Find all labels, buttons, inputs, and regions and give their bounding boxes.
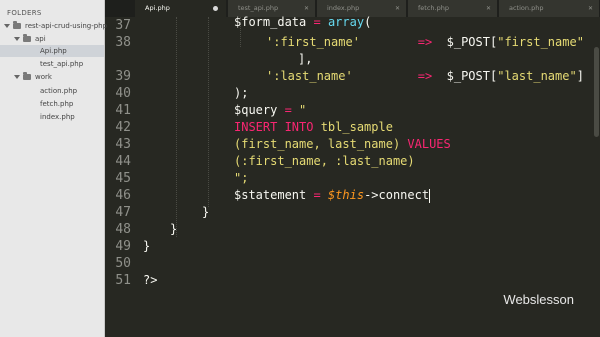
- indent-guide: [176, 17, 177, 237]
- tree-label: fetch.php: [40, 100, 74, 108]
- tab-api-php[interactable]: Api.php: [135, 0, 227, 17]
- code-line-37: $form_data = array(: [234, 14, 371, 31]
- token: (first_name, last_name): [234, 137, 408, 151]
- token: ':last_name': [266, 69, 353, 83]
- tab-label: fetch.php: [418, 4, 449, 12]
- code-line-43: (first_name, last_name) VALUES: [234, 136, 451, 153]
- token: =>: [359, 35, 447, 49]
- line-number: 38: [115, 35, 131, 50]
- code-line-47: }: [202, 205, 210, 219]
- close-icon[interactable]: ✕: [395, 0, 400, 17]
- tree-file-index[interactable]: index.php: [40, 111, 75, 123]
- token: array: [327, 15, 365, 29]
- token: "first_name": [497, 35, 584, 49]
- folder-icon: [13, 21, 21, 29]
- line-number: 42: [115, 120, 131, 135]
- code-line-38: ':first_name' => $_POST["first_name": [266, 34, 584, 51]
- folders-title: FOLDERS: [7, 9, 42, 17]
- token: $query: [234, 103, 278, 117]
- text-cursor: [429, 188, 431, 203]
- tree-label: api: [35, 35, 46, 43]
- tab-fetch[interactable]: fetch.php ✕: [408, 0, 498, 17]
- line-number: 49: [115, 239, 131, 254]
- token: ": [299, 103, 307, 117]
- tab-label: Api.php: [145, 4, 170, 12]
- close-icon[interactable]: ✕: [588, 0, 593, 17]
- token: =: [277, 103, 300, 117]
- token: ->connect: [364, 188, 430, 202]
- expand-arrow-icon[interactable]: [14, 37, 20, 41]
- tree-file-test-api[interactable]: test_api.php: [40, 58, 83, 70]
- tree-file-api-php[interactable]: Api.php: [0, 45, 104, 57]
- folder-icon: [23, 34, 31, 42]
- tree-label: index.php: [40, 113, 75, 121]
- close-icon[interactable]: ✕: [486, 0, 491, 17]
- tree-label: test_api.php: [40, 60, 84, 68]
- token: =>: [352, 69, 447, 83]
- line-number: 50: [115, 256, 131, 271]
- line-number: 47: [115, 205, 131, 220]
- line-number: 44: [115, 154, 131, 169]
- line-number: 39: [115, 69, 131, 84]
- code-line-39: ':last_name' => $_POST["last_name"]: [266, 68, 584, 85]
- token: $this: [327, 188, 365, 202]
- line-number: 46: [115, 188, 131, 203]
- tree-label: work: [35, 73, 52, 81]
- tree-label: Api.php: [40, 47, 67, 55]
- code-line-48: }: [170, 222, 178, 236]
- tab-label: action.php: [509, 4, 544, 12]
- expand-arrow-icon[interactable]: [4, 24, 10, 28]
- token: (: [364, 15, 372, 29]
- expand-arrow-icon[interactable]: [14, 75, 20, 79]
- token: $_POST: [446, 35, 490, 49]
- tree-folder-api[interactable]: api: [14, 33, 46, 45]
- token: "last_name": [497, 69, 577, 83]
- indent-guide: [208, 17, 209, 207]
- line-number: 45: [115, 171, 131, 186]
- token: ]: [576, 69, 584, 83]
- line-number-gutter: 37 38 39 40 41 42 43 44 45 46 47 48 49 5…: [105, 17, 137, 337]
- code-line-49: }: [143, 239, 151, 253]
- tab-label: test_api.php: [238, 4, 279, 12]
- unsaved-dot-icon[interactable]: [213, 6, 218, 11]
- sidebar: FOLDERS rest-api-crud-using-php api Api.…: [0, 0, 107, 337]
- code-line-40: );: [234, 86, 249, 100]
- code-line-42: INSERT INTO tbl_sample: [234, 119, 393, 136]
- tab-action[interactable]: action.php ✕: [499, 0, 600, 17]
- folder-icon: [23, 72, 31, 80]
- tree-folder-root[interactable]: rest-api-crud-using-php: [4, 20, 107, 32]
- token: VALUES: [407, 137, 451, 151]
- line-number: 41: [115, 103, 131, 118]
- token: =: [306, 188, 328, 202]
- code-line-44: (:first_name, :last_name): [234, 154, 415, 168]
- code-line-41: $query = ": [234, 102, 306, 119]
- token: $_POST: [446, 69, 490, 83]
- tree-file-fetch[interactable]: fetch.php: [40, 98, 73, 110]
- line-number: 43: [115, 137, 131, 152]
- line-number: 51: [115, 273, 131, 288]
- watermark: Webslesson: [503, 292, 574, 307]
- token: tbl_sample: [313, 120, 393, 134]
- token: $form_data: [234, 15, 307, 29]
- code-line-51: ?>: [143, 273, 158, 287]
- tree-file-action[interactable]: action.php: [40, 85, 77, 97]
- tree-label: action.php: [40, 87, 78, 95]
- tab-label: index.php: [327, 4, 360, 12]
- tree-label: rest-api-crud-using-php: [25, 22, 108, 30]
- scrollbar[interactable]: [592, 17, 600, 337]
- line-number: 48: [115, 222, 131, 237]
- line-number: 40: [115, 86, 131, 101]
- token: INSERT INTO: [234, 120, 314, 134]
- line-number: 37: [115, 18, 131, 33]
- token: ':first_name': [266, 35, 360, 49]
- token: =: [306, 15, 328, 29]
- tree-folder-work[interactable]: work: [14, 71, 52, 83]
- code-line-38-cont: ],: [298, 52, 313, 66]
- token: $statement: [234, 188, 307, 202]
- code-line-46: $statement = $this->connect: [234, 187, 431, 204]
- scroll-thumb[interactable]: [594, 47, 599, 137]
- code-line-45: ";: [234, 171, 249, 185]
